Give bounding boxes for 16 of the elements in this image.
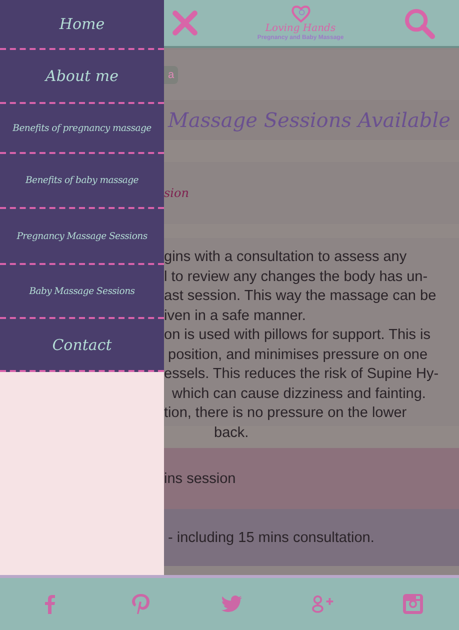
- session-text: - including 15 mins consultation.: [167, 530, 374, 546]
- search-icon[interactable]: [403, 7, 435, 39]
- menu-item[interactable]: Pregnancy Massage Sessions: [0, 209, 164, 265]
- menu-item[interactable]: Home: [0, 0, 164, 50]
- logo-title: Loving Hands: [265, 22, 336, 34]
- menu-item[interactable]: Benefits of pregnancy massage: [0, 104, 164, 154]
- menu-item[interactable]: Benefits of baby massage: [0, 154, 164, 209]
- instagram-icon[interactable]: [401, 592, 425, 616]
- heart-icon: [290, 4, 312, 22]
- session-text: ins session: [164, 470, 236, 486]
- close-icon[interactable]: [172, 10, 198, 36]
- subheading: sion: [164, 186, 189, 200]
- menu-item[interactable]: About me: [0, 50, 164, 104]
- menu-item[interactable]: Baby Massage Sessions: [0, 265, 164, 319]
- menu-item[interactable]: Contact: [0, 319, 164, 372]
- description-paragraph: gins with a consultation to assess any l to review any changes the body has un- ast session. This way the massage can be iven in a safe manner. on is used with pillows for support. This is position, and minimises pressure on one essels. This reduces the risk of Supine Hy- which can cause dizziness and fainting. tion, there is no pressure on the lower back.: [164, 248, 439, 442]
